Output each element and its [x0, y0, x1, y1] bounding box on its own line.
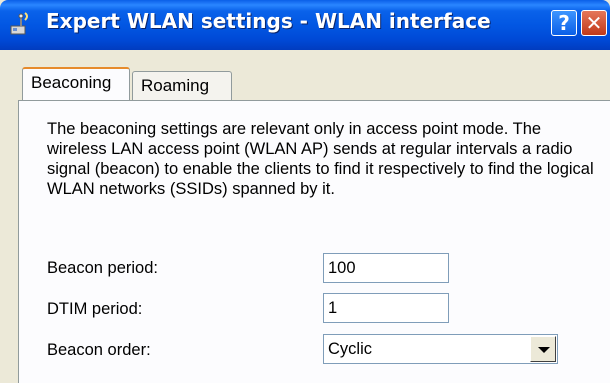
- dropdown-button[interactable]: [530, 336, 556, 362]
- beacon-order-select[interactable]: Cyclic: [323, 334, 558, 364]
- title-bar[interactable]: Expert WLAN settings - WLAN interface ? …: [0, 0, 610, 50]
- close-icon: ✕: [585, 11, 603, 35]
- chevron-down-icon: [538, 347, 550, 353]
- dtim-period-input[interactable]: 1: [323, 293, 449, 323]
- dialog-window: Expert WLAN settings - WLAN interface ? …: [0, 0, 610, 383]
- dtim-period-label: DTIM period:: [47, 300, 143, 318]
- tab-roaming[interactable]: Roaming: [132, 71, 232, 100]
- beacon-period-label: Beacon period:: [47, 259, 158, 277]
- close-button[interactable]: ✕: [581, 10, 607, 36]
- help-button[interactable]: ?: [551, 10, 577, 36]
- tab-beaconing[interactable]: Beaconing: [22, 67, 130, 100]
- help-icon: ?: [558, 11, 570, 35]
- beacon-order-label: Beacon order:: [47, 341, 151, 359]
- beacon-order-value: Cyclic: [328, 340, 372, 358]
- beaconing-description: The beaconing settings are relevant only…: [47, 120, 594, 198]
- beacon-period-input[interactable]: 100: [323, 253, 449, 283]
- network-settings-icon: [10, 12, 28, 35]
- window-title: Expert WLAN settings - WLAN interface: [46, 9, 491, 33]
